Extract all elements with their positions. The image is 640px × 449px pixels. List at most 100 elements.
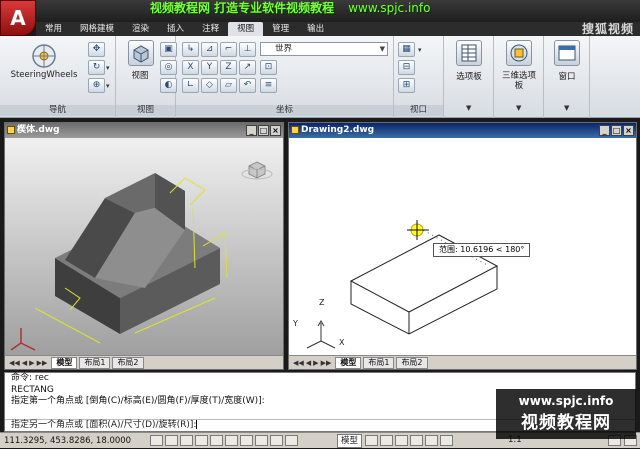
viewport-join-button[interactable]: ⊟: [398, 60, 415, 75]
ucs-view-button[interactable]: ⊡: [260, 60, 277, 75]
minimize-button[interactable]: _: [246, 125, 257, 136]
dyn-toggle[interactable]: [255, 435, 268, 446]
shade-button[interactable]: ◐: [160, 78, 177, 93]
application-menu-button[interactable]: A: [0, 0, 36, 36]
pan-button[interactable]: ✥: [88, 42, 105, 57]
ucs-3point-button[interactable]: ∟: [182, 78, 199, 93]
ucs-button-2[interactable]: ⊿: [201, 42, 218, 57]
ucs-button-1[interactable]: ↳: [182, 42, 199, 57]
close-button[interactable]: ×: [270, 125, 281, 136]
tab-nav-first-icon[interactable]: ◀◀: [293, 359, 304, 367]
ucs-named-button[interactable]: ≡: [260, 78, 277, 93]
chevron-down-icon[interactable]: ▼: [564, 104, 569, 112]
orbit-button[interactable]: ↻: [88, 60, 105, 75]
view-button-label: 视图: [131, 71, 149, 81]
zoom-button[interactable]: ⊕: [88, 78, 105, 93]
ucs-y-button[interactable]: Y: [201, 60, 218, 75]
model-space-button[interactable]: 模型: [337, 434, 363, 448]
model-canvas-left[interactable]: [5, 138, 283, 355]
osnap-toggle[interactable]: [210, 435, 223, 446]
cursor-coordinates: 111.3295, 453.8286, 18.0000: [4, 436, 132, 446]
ducs-toggle[interactable]: [240, 435, 253, 446]
visual-style-button[interactable]: ▣: [160, 42, 177, 57]
tab-5[interactable]: 视图: [228, 22, 264, 36]
viewport-clip-button[interactable]: ⊞: [398, 78, 415, 93]
watermark-badge: www.spjc.info 视频教程网: [496, 389, 636, 439]
ucs-world-value: 世界: [275, 44, 293, 54]
camera-button[interactable]: ◎: [160, 60, 177, 75]
pan-status-button[interactable]: [395, 435, 408, 446]
ucs-world-combo[interactable]: 世界 ▼: [260, 42, 388, 56]
ucs-object-button[interactable]: ◇: [201, 78, 218, 93]
chevron-down-icon[interactable]: ▼: [466, 104, 471, 112]
palettes-icon[interactable]: [456, 40, 482, 66]
tab-nav-next-icon[interactable]: ▶: [313, 359, 318, 367]
layout-tab-model[interactable]: 模型: [335, 356, 362, 369]
tab-nav-first-icon[interactable]: ◀◀: [9, 359, 20, 367]
3d-palettes-icon[interactable]: [506, 40, 532, 66]
tab-4[interactable]: 注释: [193, 22, 228, 36]
layout-tab-model[interactable]: 模型: [51, 356, 78, 369]
tab-1[interactable]: 网格建模: [71, 22, 123, 36]
maximize-button[interactable]: □: [258, 125, 269, 136]
chevron-down-icon[interactable]: ▾: [106, 82, 110, 90]
polar-toggle[interactable]: [195, 435, 208, 446]
window-controls: _ □ ×: [599, 125, 634, 136]
minimize-button[interactable]: _: [599, 125, 610, 136]
tab-nav-last-icon[interactable]: ▶▶: [321, 359, 332, 367]
steering-status-button[interactable]: [425, 435, 438, 446]
otrack-toggle[interactable]: [225, 435, 238, 446]
model-canvas-right[interactable]: Z Y X 范围: 10.6196 < 180°: [289, 138, 636, 355]
chevron-down-icon[interactable]: ▾: [106, 64, 110, 72]
qp-toggle[interactable]: [285, 435, 298, 446]
tab-nav-prev-icon[interactable]: ◀: [306, 359, 311, 367]
ucs-z-button[interactable]: Z: [220, 60, 237, 75]
view-cube-icon[interactable]: [128, 40, 154, 66]
watermark-text: 视频教程网: [521, 413, 611, 433]
layout-tab-layout2[interactable]: 布局2: [112, 356, 144, 369]
layout-tab-layout1[interactable]: 布局1: [79, 356, 111, 369]
ortho-toggle[interactable]: [180, 435, 193, 446]
watermark-banner-text: 视频教程网 打造专业软件视频教程: [150, 1, 335, 15]
layout-tab-layout2[interactable]: 布局2: [396, 356, 428, 369]
tab-0[interactable]: 常用: [36, 22, 71, 36]
maximize-button[interactable]: □: [611, 125, 622, 136]
tab-nav-last-icon[interactable]: ▶▶: [37, 359, 48, 367]
viewport-config-button[interactable]: ▦: [398, 42, 415, 57]
ucs-prev-button[interactable]: ↶: [239, 78, 256, 93]
watermark-url: www.spjc.info: [518, 394, 614, 408]
dynamic-input-tooltip: 范围: 10.6196 < 180°: [433, 243, 531, 257]
panel-title-viewport: 视口: [394, 105, 443, 116]
window-icon[interactable]: [554, 40, 580, 66]
grid-toggle[interactable]: [165, 435, 178, 446]
ucs-face-button[interactable]: ▱: [220, 78, 237, 93]
drawing-quickview-button[interactable]: [380, 435, 393, 446]
tab-nav-prev-icon[interactable]: ◀: [22, 359, 27, 367]
view-cube-icon[interactable]: [241, 161, 273, 180]
tab-6[interactable]: 管理: [263, 22, 298, 36]
drawing-window-right[interactable]: Drawing2.dwg _ □ × Z Y X 范围: 10.6196 < 1…: [288, 122, 637, 370]
layout-tab-layout1[interactable]: 布局1: [363, 356, 395, 369]
ucs-y-label: Y: [293, 319, 298, 328]
showmotion-button[interactable]: [440, 435, 453, 446]
close-button[interactable]: ×: [623, 125, 634, 136]
snap-toggle[interactable]: [150, 435, 163, 446]
zoom-status-button[interactable]: [410, 435, 423, 446]
drawing-window-left[interactable]: 楔体.dwg _ □ × ◀◀ ◀ ▶ ▶▶ 模型 布局1 布局2: [4, 122, 284, 370]
lwt-toggle[interactable]: [270, 435, 283, 446]
tab-7[interactable]: 输出: [298, 22, 333, 36]
ucs-button-3[interactable]: ⌐: [220, 42, 237, 57]
chevron-down-icon[interactable]: ▼: [516, 104, 521, 112]
ucs-origin-button[interactable]: ↗: [239, 60, 256, 75]
tab-2[interactable]: 渲染: [123, 22, 158, 36]
tab-nav-next-icon[interactable]: ▶: [29, 359, 34, 367]
window-title-bar[interactable]: Drawing2.dwg _ □ ×: [289, 123, 636, 138]
window-title-bar[interactable]: 楔体.dwg _ □ ×: [5, 123, 283, 138]
layout-quickview-button[interactable]: [365, 435, 378, 446]
command-history-line: 命令: rec: [11, 373, 49, 383]
ucs-button-4[interactable]: ⊥: [239, 42, 256, 57]
tab-3[interactable]: 插入: [158, 22, 193, 36]
steering-wheels-button[interactable]: SteeringWheels: [11, 44, 77, 80]
chevron-down-icon[interactable]: ▾: [418, 46, 422, 54]
ucs-x-button[interactable]: X: [182, 60, 199, 75]
